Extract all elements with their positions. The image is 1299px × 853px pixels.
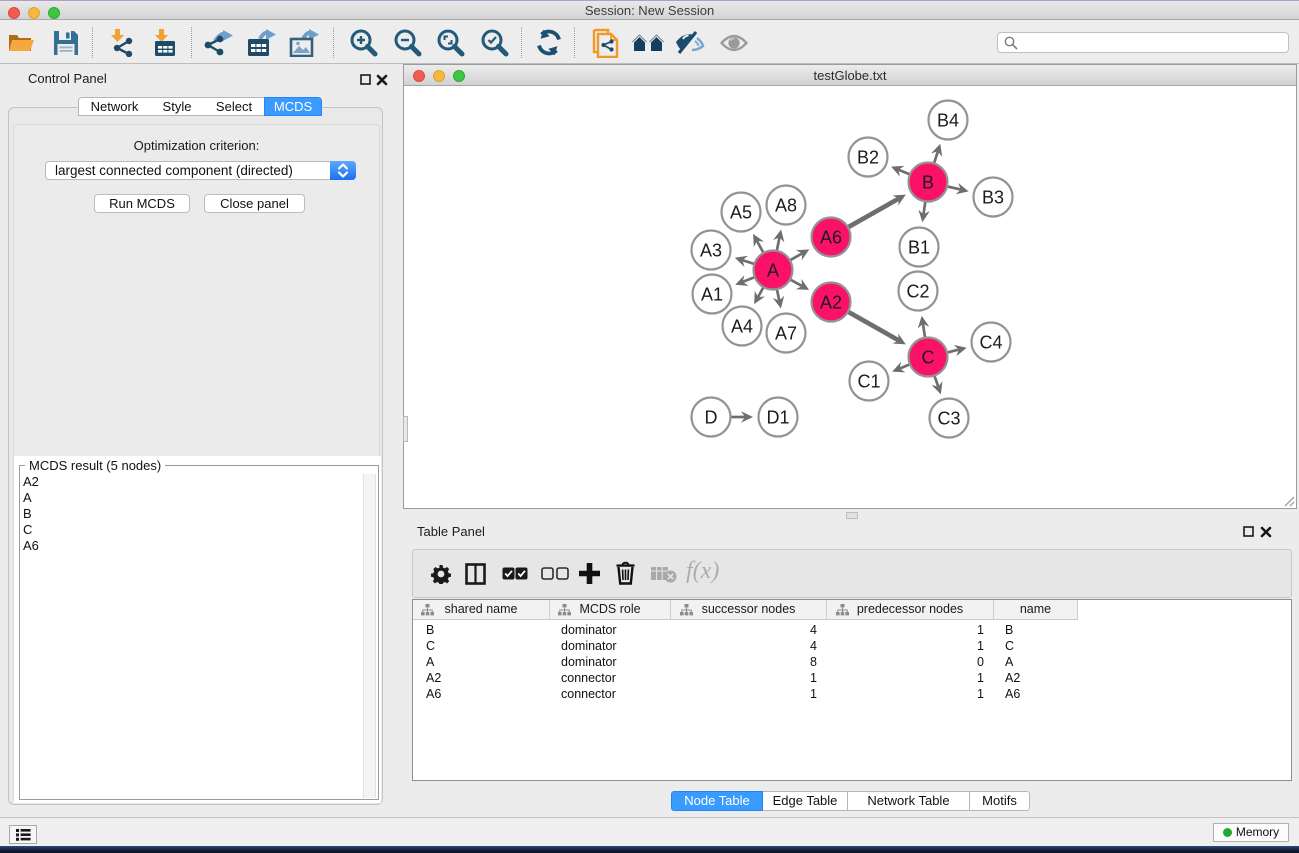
svg-text:D: D [705,407,718,427]
svg-text:A: A [767,260,779,280]
svg-text:A2: A2 [820,292,842,312]
svg-text:B1: B1 [908,237,930,257]
svg-text:A8: A8 [775,195,797,215]
svg-text:B2: B2 [857,147,879,167]
svg-text:A7: A7 [775,323,797,343]
svg-text:C: C [922,347,935,367]
svg-text:B: B [922,172,934,192]
svg-text:C4: C4 [979,332,1002,352]
svg-text:C2: C2 [906,281,929,301]
svg-text:B4: B4 [937,110,959,130]
svg-text:B3: B3 [982,187,1004,207]
svg-text:A3: A3 [700,240,722,260]
svg-text:A4: A4 [731,316,753,336]
svg-text:D1: D1 [766,407,789,427]
svg-text:C1: C1 [857,371,880,391]
svg-text:A6: A6 [820,227,842,247]
svg-text:C3: C3 [937,408,960,428]
svg-text:A5: A5 [730,202,752,222]
svg-text:A1: A1 [701,284,723,304]
